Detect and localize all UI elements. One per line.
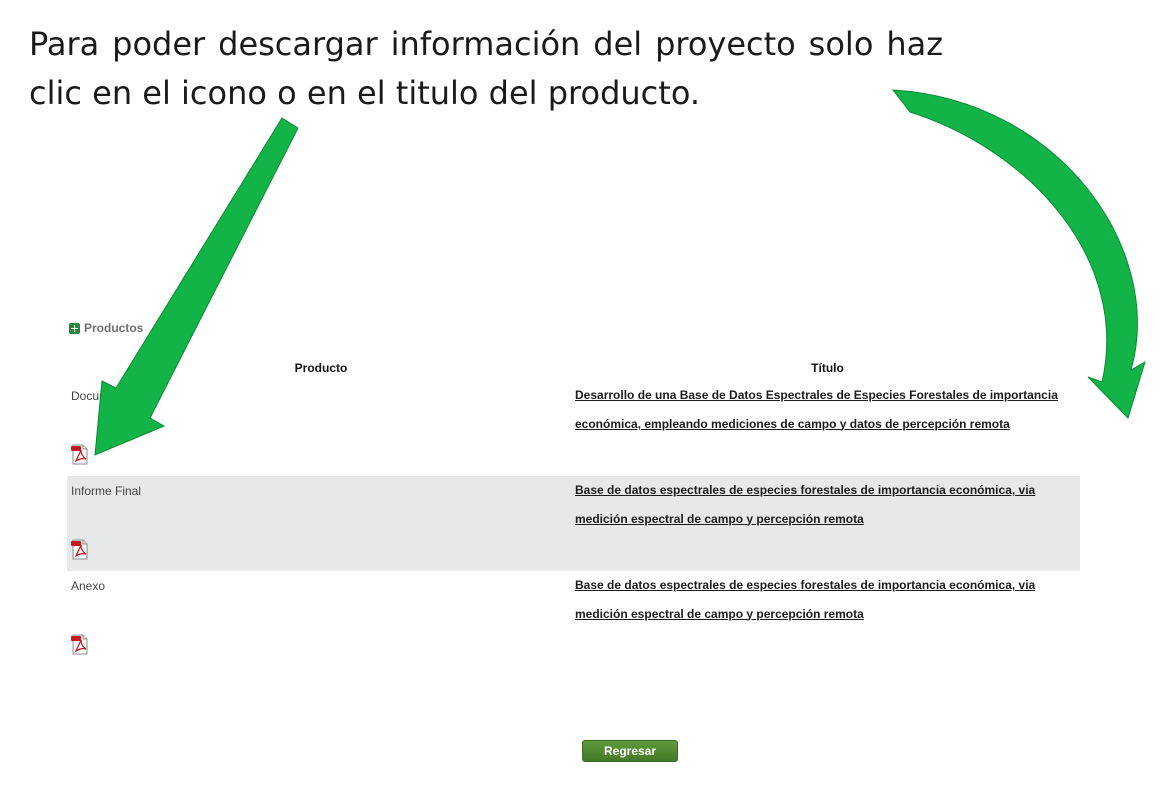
product-title-link[interactable]: Base de datos espectrales de especies fo…	[575, 483, 1035, 526]
instruction-text: Para poder descargar información del pro…	[29, 25, 943, 112]
pdf-icon[interactable]	[71, 444, 89, 465]
back-button[interactable]: Regresar	[582, 740, 678, 762]
section-title: Productos	[84, 321, 144, 335]
title-cell: Base de datos espectrales de especies fo…	[575, 571, 1080, 666]
product-cell: Informe Final	[67, 476, 575, 571]
section-header: Productos	[69, 321, 143, 335]
table-row: Anexo Base de datos espectrales de espec…	[67, 571, 1080, 666]
product-cell: Documento	[67, 381, 575, 476]
column-header-title: Título	[811, 361, 844, 375]
product-name: Informe Final	[71, 484, 142, 498]
title-cell: Base de datos espectrales de especies fo…	[575, 476, 1080, 571]
products-table: Producto Título Documento Desarrollo de …	[67, 355, 1080, 666]
product-title-link[interactable]: Base de datos espectrales de especies fo…	[575, 578, 1035, 621]
product-name: Documento	[71, 389, 133, 403]
pdf-icon[interactable]	[71, 634, 89, 655]
table-header-row: Producto Título	[67, 355, 1080, 381]
title-cell: Desarrollo de una Base de Datos Espectra…	[575, 381, 1080, 476]
product-cell: Anexo	[67, 571, 575, 666]
expand-icon[interactable]	[69, 322, 80, 334]
column-header-product: Producto	[294, 361, 348, 375]
product-title-link[interactable]: Desarrollo de una Base de Datos Espectra…	[575, 388, 1058, 431]
table-row: Documento Desarrollo de una Base de Dato…	[67, 381, 1080, 476]
product-name: Anexo	[71, 579, 106, 593]
table-row: Informe Final Base de datos espectrales …	[67, 476, 1080, 571]
pdf-icon[interactable]	[71, 539, 89, 560]
